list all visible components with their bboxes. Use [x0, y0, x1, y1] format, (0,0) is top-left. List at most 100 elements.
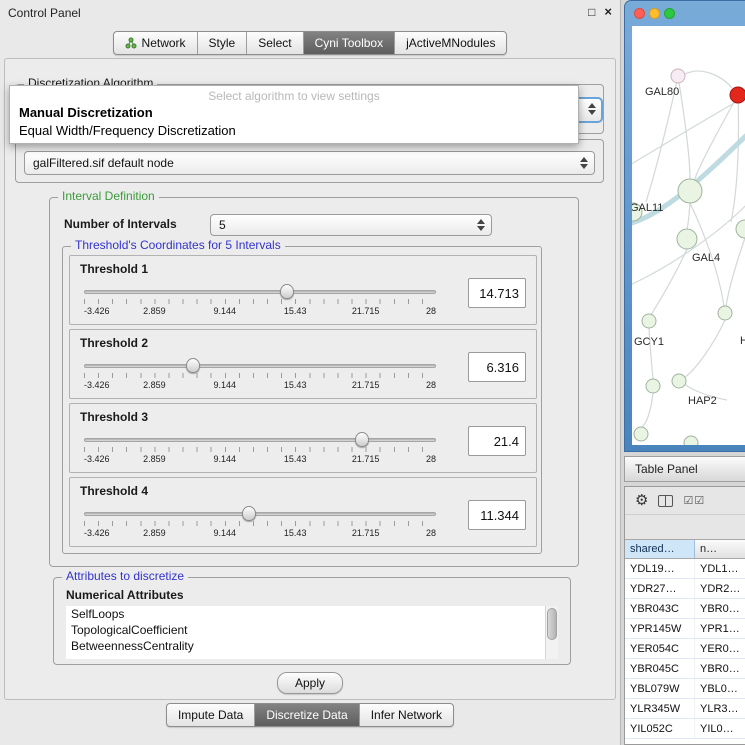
network-node[interactable] — [736, 220, 745, 238]
node-label-gcy1: GCY1 — [634, 336, 664, 348]
cell[interactable]: YLR3… — [695, 699, 745, 718]
network-node[interactable] — [684, 436, 698, 445]
table-row: YER054C YER0… — [625, 639, 745, 659]
threshold-4-slider[interactable]: -3.426 2.859 9.144 15.43 21.715 28 — [84, 504, 436, 544]
slider-track[interactable] — [84, 290, 436, 294]
cell[interactable]: YER0… — [695, 639, 745, 658]
apply-button[interactable]: Apply — [277, 672, 343, 694]
gear-icon[interactable]: ⚙ — [635, 493, 648, 508]
list-item[interactable]: BetweennessCentrality — [66, 638, 558, 654]
zoom-traffic-icon[interactable] — [664, 8, 675, 19]
network-node[interactable] — [642, 314, 656, 328]
threshold-2-slider[interactable]: -3.426 2.859 9.144 15.43 21.715 28 — [84, 356, 436, 396]
tab-infer-network[interactable]: Infer Network — [360, 704, 453, 726]
cell[interactable]: YDR27… — [625, 579, 695, 598]
slider-thumb[interactable] — [242, 506, 256, 521]
select-columns-checkboxes-icon[interactable]: ☑☑ — [683, 494, 705, 507]
cell[interactable]: YPR145W — [625, 619, 695, 638]
network-canvas[interactable]: GAL80 GAL11 GAL4 GCY1 HAP2 H — [632, 26, 745, 445]
algorithm-option-manual[interactable]: Manual Discretization — [10, 104, 578, 122]
threshold-3-slider[interactable]: -3.426 2.859 9.144 15.43 21.715 28 — [84, 430, 436, 470]
algorithm-option-equal-width[interactable]: Equal Width/Frequency Discretization — [10, 122, 578, 140]
cyni-toolbox-panel: Discretization Algorithm Select algorith… — [4, 58, 616, 700]
table-data-combo[interactable]: galFiltered.sif default node — [24, 151, 595, 175]
tab-select[interactable]: Select — [247, 32, 303, 54]
table-row: YBR045C YBR0… — [625, 659, 745, 679]
thresholds-group: Threshold's Coordinates for 5 Intervals … — [62, 246, 542, 554]
attributes-group: Attributes to discretize Numerical Attri… — [53, 577, 571, 665]
list-scrollbar[interactable] — [545, 606, 558, 659]
table-row: YLR345W YLR3… — [625, 699, 745, 719]
threshold-4-value-field[interactable]: 11.344 — [468, 500, 526, 530]
table-row: YDR27… YDR2… — [625, 579, 745, 599]
threshold-1-slider[interactable]: -3.426 2.859 9.144 15.43 21.715 28 — [84, 282, 436, 322]
network-node[interactable] — [646, 379, 660, 393]
tab-impute-data[interactable]: Impute Data — [167, 704, 255, 726]
close-traffic-icon[interactable] — [634, 8, 645, 19]
network-node[interactable] — [678, 179, 702, 203]
table-panel-title: Table Panel — [625, 457, 698, 481]
slider-thumb[interactable] — [186, 358, 200, 373]
cell[interactable]: YBR0… — [695, 599, 745, 618]
cell[interactable]: YIL0… — [695, 719, 745, 738]
number-of-intervals-label: Number of Intervals — [64, 217, 177, 231]
node-label-hap2: HAP2 — [688, 395, 717, 407]
network-node[interactable] — [677, 229, 697, 249]
tab-jactivemodules[interactable]: jActiveMNodules — [395, 32, 506, 54]
columns-icon[interactable] — [658, 495, 673, 507]
list-item[interactable]: TopologicalCoefficient — [66, 622, 558, 638]
cell[interactable]: YBR043C — [625, 599, 695, 618]
column-header-shared-name[interactable]: shared… — [625, 540, 695, 558]
cell[interactable]: YBL0… — [695, 679, 745, 698]
float-window-icon[interactable]: □ — [588, 5, 595, 19]
threshold-3-label: Threshold 3 — [80, 410, 148, 424]
threshold-1-value-field[interactable]: 14.713 — [468, 278, 526, 308]
network-node[interactable] — [671, 69, 685, 83]
tab-network[interactable]: Network — [114, 32, 198, 54]
slider-track[interactable] — [84, 512, 436, 516]
cell[interactable]: YER054C — [625, 639, 695, 658]
tab-cyni-toolbox[interactable]: Cyni Toolbox — [304, 32, 395, 54]
cell[interactable]: YBR0… — [695, 659, 745, 678]
network-node-highlighted[interactable] — [730, 87, 745, 103]
slider-track[interactable] — [84, 438, 436, 442]
tab-discretize-data[interactable]: Discretize Data — [255, 704, 359, 726]
cell[interactable]: YDL19… — [625, 559, 695, 578]
table-row: YBL079W YBL0… — [625, 679, 745, 699]
cell[interactable]: YDL1… — [695, 559, 745, 578]
threshold-2-panel: Threshold 2 -3.426 2.859 9.144 15.43 21.… — [69, 329, 537, 399]
scrollbar-thumb[interactable] — [547, 608, 557, 640]
control-panel-window: Control Panel □ × Network Style Sel — [0, 0, 621, 745]
network-node[interactable] — [718, 306, 732, 320]
cell[interactable]: YIL052C — [625, 719, 695, 738]
cell[interactable]: YBL079W — [625, 679, 695, 698]
column-header-name[interactable]: n… — [695, 540, 745, 558]
attributes-group-title: Attributes to discretize — [62, 569, 188, 583]
cell[interactable]: YPR1… — [695, 619, 745, 638]
window-title: Control Panel — [8, 6, 81, 20]
cell[interactable]: YDR2… — [695, 579, 745, 598]
list-item[interactable]: SelfLoops — [66, 606, 558, 622]
threshold-2-value-field[interactable]: 6.316 — [468, 352, 526, 382]
interval-definition-title: Interval Definition — [58, 189, 159, 203]
network-tab-icon — [125, 37, 137, 49]
slider-thumb[interactable] — [280, 284, 294, 299]
close-icon[interactable]: × — [604, 5, 612, 19]
slider-track[interactable] — [84, 364, 436, 368]
cell[interactable]: YBR045C — [625, 659, 695, 678]
table-panel-titlebar[interactable]: Table Panel — [624, 456, 745, 482]
threshold-3-value-field[interactable]: 21.4 — [468, 426, 526, 456]
network-graph: GAL80 GAL11 GAL4 GCY1 HAP2 H — [632, 26, 745, 445]
number-of-intervals-combo[interactable]: 5 — [210, 214, 492, 236]
cell[interactable]: YLR345W — [625, 699, 695, 718]
table-row: YBR043C YBR0… — [625, 599, 745, 619]
network-node[interactable] — [672, 374, 686, 388]
slider-ticks — [84, 447, 436, 452]
combo-stepper-icon — [477, 219, 485, 231]
network-node[interactable] — [634, 427, 648, 441]
minimize-traffic-icon[interactable] — [649, 8, 660, 19]
table-data-group: Table Data galFiltered.sif default node — [15, 139, 604, 183]
network-view-window: GAL80 GAL11 GAL4 GCY1 HAP2 H — [624, 0, 745, 452]
slider-thumb[interactable] — [355, 432, 369, 447]
tab-style[interactable]: Style — [198, 32, 248, 54]
